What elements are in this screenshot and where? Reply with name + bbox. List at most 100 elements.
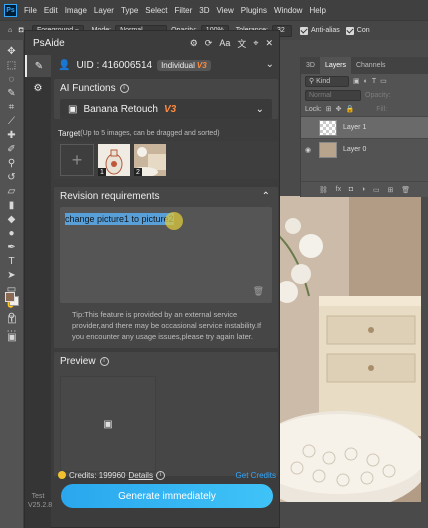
tab-layers[interactable]: Layers	[319, 57, 351, 74]
history-brush-tool-icon[interactable]: ↺	[4, 170, 20, 184]
menu-view[interactable]: View	[217, 6, 234, 15]
document-image[interactable]	[279, 196, 421, 502]
credits-row: Credits: 199960 Details i Get Credits	[52, 467, 278, 483]
lock-pixels-icon[interactable]: ⊞	[326, 105, 332, 113]
eye-icon[interactable]: ◉	[305, 146, 315, 154]
language-icon[interactable]: 文	[237, 37, 246, 50]
quick-mask-icon[interactable]: ◫	[4, 312, 20, 326]
group-icon[interactable]: ▭	[373, 186, 380, 194]
revision-title: Revision requirements	[60, 190, 160, 202]
eyedropper-tool-icon[interactable]: ⟋	[4, 114, 20, 128]
chevron-up-icon[interactable]: ⌃	[262, 191, 270, 202]
gradient-tool-icon[interactable]: ▮	[4, 198, 20, 212]
menu-window[interactable]: Window	[274, 6, 302, 15]
coin-icon	[58, 471, 66, 479]
account-row: 👤 UID : 416006514 Individual V3 ⌄	[52, 55, 280, 75]
lock-all-icon[interactable]: 🔒	[345, 105, 354, 113]
close-icon[interactable]: ✕	[265, 38, 273, 49]
new-layer-icon[interactable]: ⊞	[387, 186, 393, 194]
settings-gear-icon[interactable]: ⚙	[25, 77, 51, 99]
crop-tool-icon[interactable]: ⌗	[4, 100, 20, 114]
layer-name: Layer 1	[343, 124, 367, 131]
delete-layer-icon[interactable]: 🗑	[401, 186, 410, 194]
eraser-tool-icon[interactable]: ▱	[4, 184, 20, 198]
add-mask-icon[interactable]: ◘	[349, 186, 353, 193]
filter-shape-icon[interactable]: ▭	[380, 77, 387, 85]
panel-title: PsAide	[33, 37, 65, 49]
foreground-color-swatch[interactable]	[5, 292, 15, 302]
stamp-tool-icon[interactable]: ⚲	[4, 156, 20, 170]
filter-adjustment-icon[interactable]: ◐	[364, 78, 368, 85]
adjustment-layer-icon[interactable]: ◑	[361, 186, 365, 193]
menu-3d[interactable]: 3D	[199, 6, 209, 15]
healing-tool-icon[interactable]: ✚	[4, 128, 20, 142]
target-thumbnail[interactable]: 2	[134, 144, 166, 176]
dodge-tool-icon[interactable]: ●	[4, 226, 20, 240]
pin-icon[interactable]: ⌖	[253, 38, 258, 49]
lasso-tool-icon[interactable]: ◌	[4, 72, 20, 86]
home-icon[interactable]: ⌂	[8, 27, 12, 34]
edit-pen-icon[interactable]: ✎	[25, 55, 51, 77]
marquee-tool-icon[interactable]: ⬚	[4, 58, 20, 72]
type-tool-icon[interactable]: T	[4, 254, 20, 268]
blur-tool-icon[interactable]: ◆	[4, 212, 20, 226]
generate-button[interactable]: Generate immediately	[61, 484, 273, 508]
version-name: Test	[31, 493, 45, 500]
target-thumbnail[interactable]: 1	[98, 144, 130, 176]
path-select-tool-icon[interactable]: ➤	[4, 268, 20, 282]
layer-row[interactable]: ◉ Layer 0	[301, 138, 428, 160]
info-icon[interactable]: i	[119, 83, 129, 93]
ai-function-select[interactable]: ▣ Banana Retouch V3 ⌄	[60, 99, 272, 119]
info-icon[interactable]: i	[155, 470, 165, 480]
revision-textarea[interactable]: change picture1 to picture2 🗑	[60, 207, 272, 303]
quick-select-tool-icon[interactable]: ✎	[4, 86, 20, 100]
menu-edit[interactable]: Edit	[44, 6, 58, 15]
menu-filter[interactable]: Filter	[175, 6, 193, 15]
trash-icon[interactable]: 🗑	[253, 286, 264, 297]
pen-tool-icon[interactable]: ✒	[4, 240, 20, 254]
chevron-down-icon[interactable]: ⌄	[266, 59, 274, 70]
layer-row[interactable]: Layer 1	[301, 116, 428, 138]
antialias-checkbox[interactable]	[300, 26, 308, 35]
add-image-button[interactable]: +	[60, 144, 94, 176]
preview-section: Preview i ▣	[54, 352, 278, 476]
layers-panel-tabs: 3D Layers Channels	[301, 57, 428, 74]
settings-gear-icon[interactable]: ⚙	[190, 38, 198, 49]
preview-image-box[interactable]: ▣	[60, 376, 156, 472]
screen-mode-icon[interactable]: ▣	[4, 330, 20, 344]
info-icon[interactable]: i	[99, 356, 109, 366]
refresh-icon[interactable]: ⟳	[205, 38, 213, 49]
contiguous-checkbox[interactable]	[345, 26, 354, 35]
version-number: V25.2.8	[28, 502, 53, 509]
menu-image[interactable]: Image	[65, 6, 87, 15]
menu-type[interactable]: Type	[121, 6, 138, 15]
move-tool-icon[interactable]: ✥	[4, 44, 20, 58]
function-version-tag: V3	[163, 103, 177, 115]
panel-content: 👤 UID : 416006514 Individual V3 ⌄ AI Fun…	[52, 55, 280, 476]
layer-opacity-label: Opacity:	[365, 91, 391, 99]
uid-text: UID : 416006514	[76, 59, 153, 71]
menu-help[interactable]: Help	[309, 6, 325, 15]
menu-layer[interactable]: Layer	[94, 6, 114, 15]
filter-type-icon[interactable]: T	[372, 78, 376, 85]
blend-row: Normal Opacity:	[301, 88, 428, 102]
menu-select[interactable]: Select	[145, 6, 167, 15]
details-link[interactable]: Details	[128, 471, 152, 480]
contiguous-label: Con	[356, 27, 370, 34]
lock-position-icon[interactable]: ✥	[336, 105, 342, 113]
menu-plugins[interactable]: Plugins	[241, 6, 267, 15]
kind-filter-select[interactable]: ⚲ Kind	[305, 75, 349, 87]
tab-3d[interactable]: 3D	[301, 57, 320, 74]
brush-tool-icon[interactable]: ✐	[4, 142, 20, 156]
blend-mode-select[interactable]: Normal	[305, 89, 361, 101]
fx-icon[interactable]: fx	[336, 186, 341, 193]
link-layers-icon[interactable]: ⛓	[319, 186, 328, 194]
tab-channels[interactable]: Channels	[351, 57, 391, 74]
menu-file[interactable]: File	[24, 6, 37, 15]
font-size-icon[interactable]: Aa	[219, 38, 230, 48]
revision-header[interactable]: Revision requirements ⌃	[54, 187, 278, 205]
target-title: Target	[58, 128, 81, 138]
filter-pixel-icon[interactable]: ▣	[353, 77, 360, 85]
get-credits-link[interactable]: Get Credits	[236, 471, 276, 480]
layers-footer: ⛓ fx ◘ ◑ ▭ ⊞ 🗑	[301, 181, 428, 197]
